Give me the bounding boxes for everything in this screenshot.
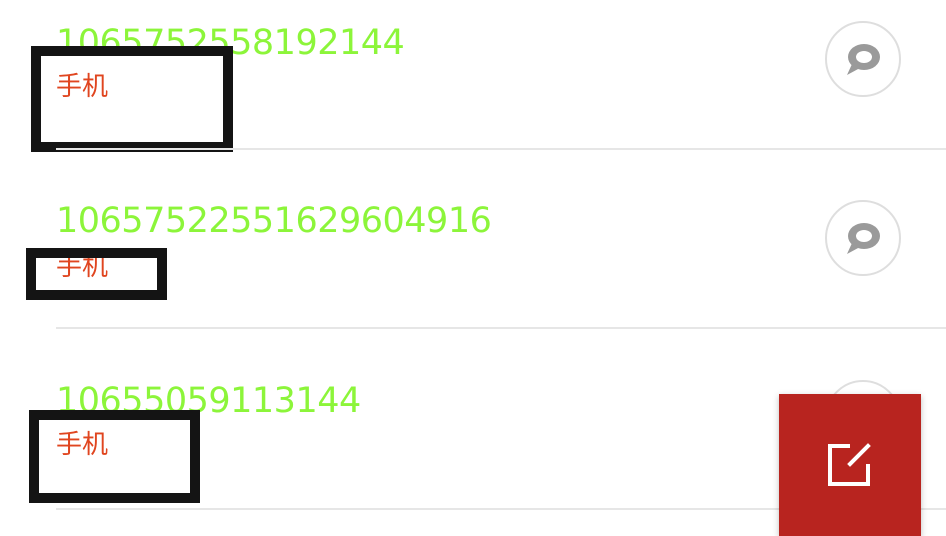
redaction-box	[31, 46, 233, 152]
redaction-box	[26, 248, 167, 300]
divider	[56, 148, 946, 150]
divider	[56, 327, 946, 329]
redaction-box	[29, 410, 200, 503]
chat-bubble-icon	[847, 223, 880, 254]
contact-number: 10657522551629604916	[56, 201, 492, 241]
list-item[interactable]: 1065752558192144 手机	[0, 0, 946, 178]
list-item[interactable]: 10657522551629604916 手机	[0, 178, 946, 356]
chat-bubble-icon	[847, 44, 880, 75]
compose-button[interactable]	[779, 394, 921, 536]
compose-icon	[828, 443, 871, 486]
message-button[interactable]	[825, 21, 901, 97]
message-button[interactable]	[825, 200, 901, 276]
